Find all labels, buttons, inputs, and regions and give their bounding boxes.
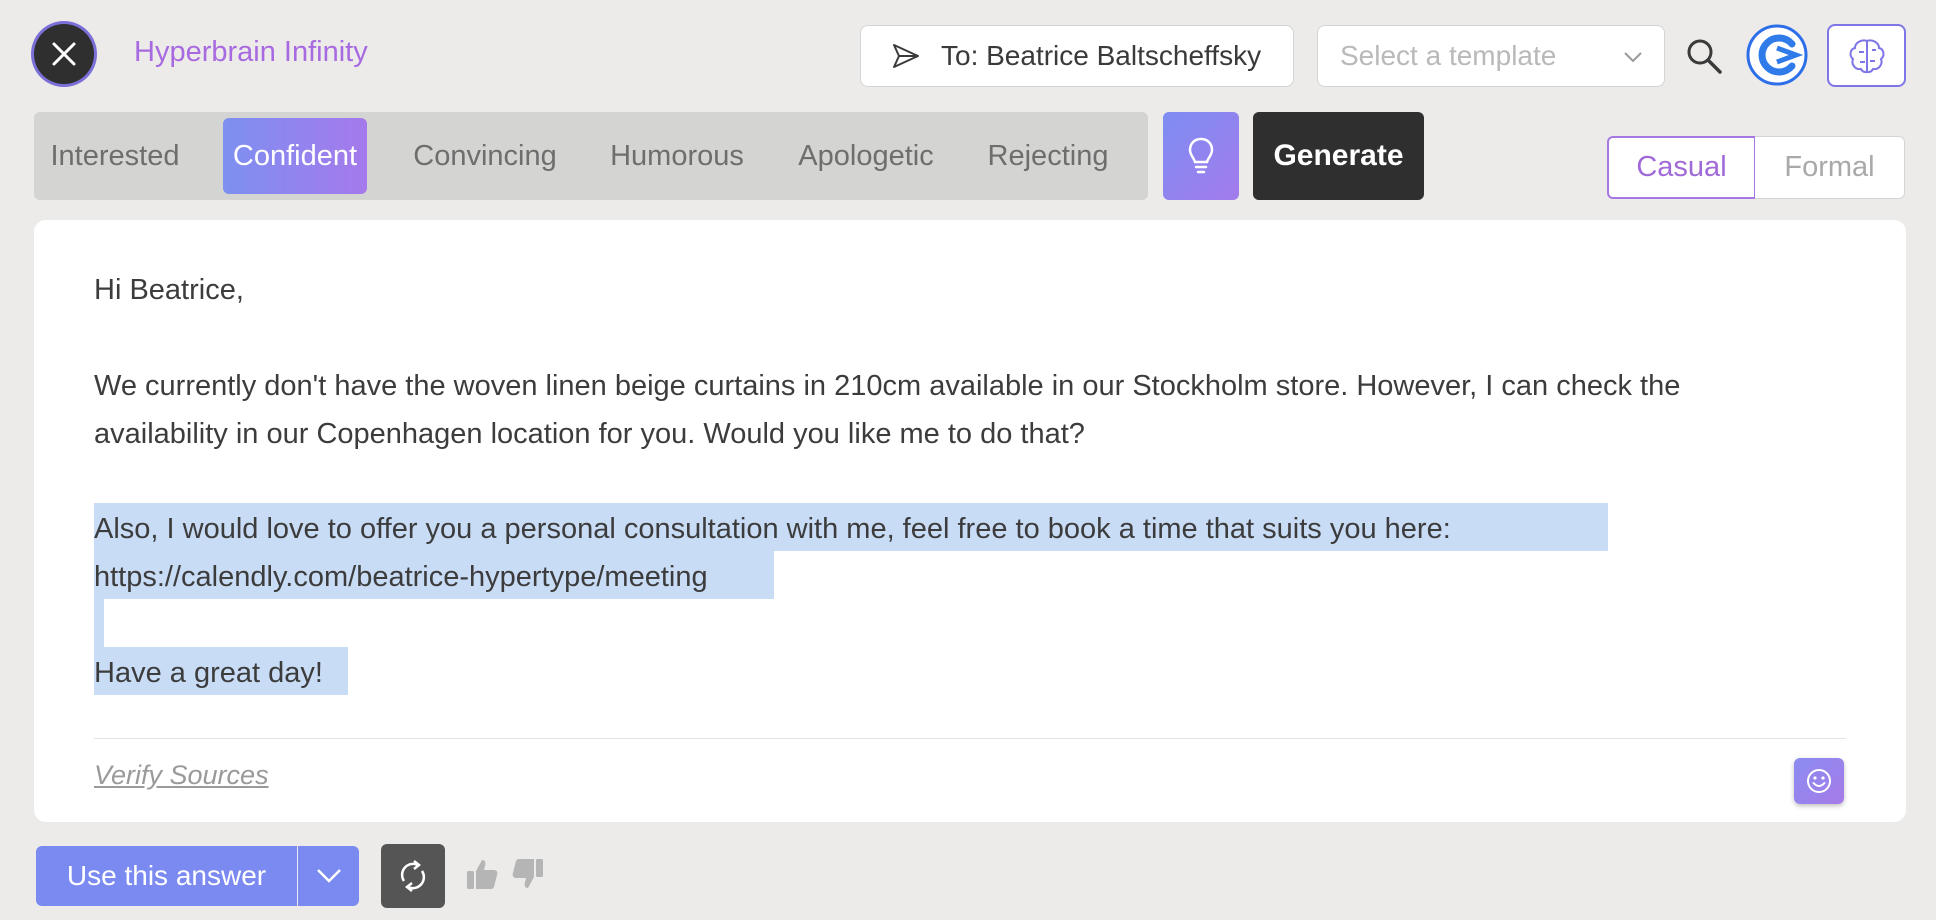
- email-body-line-2: availability in our Copenhagen location …: [94, 418, 1085, 450]
- logo-icon[interactable]: [1746, 24, 1808, 86]
- template-placeholder: Select a template: [1340, 40, 1557, 71]
- use-answer-button[interactable]: Use this answer: [36, 846, 297, 906]
- tone-convincing[interactable]: Convincing: [407, 118, 563, 194]
- tone-bar: Interested Confident Convincing Humorous…: [34, 112, 1148, 200]
- lightbulb-icon: [1188, 137, 1214, 174]
- email-calendly-link[interactable]: https://calendly.com/beatrice-hypertype/…: [94, 553, 708, 601]
- send-icon: [893, 44, 919, 68]
- brain-icon: [1849, 39, 1884, 73]
- tone-humorous[interactable]: Humorous: [603, 118, 751, 194]
- answer-card: Hi Beatrice, We currently don't have the…: [34, 220, 1906, 822]
- refresh-icon: [400, 860, 426, 892]
- verify-sources-link[interactable]: Verify Sources: [94, 760, 269, 791]
- style-casual[interactable]: Casual: [1607, 136, 1756, 199]
- generate-button[interactable]: Generate: [1253, 112, 1424, 200]
- email-closing: Have a great day!: [94, 657, 323, 689]
- recipient-label: To: Beatrice Baltscheffsky: [941, 40, 1262, 71]
- selection-highlight: [94, 599, 104, 647]
- regenerate-button[interactable]: [381, 844, 445, 908]
- suggest-button[interactable]: [1163, 112, 1239, 200]
- email-body-line-1: We currently don't have the woven linen …: [94, 370, 1681, 402]
- thumbs-down-icon[interactable]: [510, 856, 546, 892]
- chevron-down-icon: [316, 869, 341, 883]
- style-formal[interactable]: Formal: [1755, 136, 1905, 199]
- use-answer-dropdown[interactable]: [298, 846, 359, 906]
- search-icon[interactable]: [1684, 36, 1724, 76]
- brain-button[interactable]: [1827, 24, 1906, 87]
- tone-apologetic[interactable]: Apologetic: [791, 118, 941, 194]
- email-greeting: Hi Beatrice,: [94, 274, 244, 306]
- divider: [94, 738, 1846, 739]
- template-select[interactable]: Select a template: [1317, 25, 1665, 87]
- email-offer-line-1: Also, I would love to offer you a person…: [94, 513, 1451, 545]
- smile-icon: [1807, 769, 1831, 793]
- tone-rejecting[interactable]: Rejecting: [981, 118, 1115, 194]
- close-icon: [52, 42, 76, 66]
- thumbs-up-icon[interactable]: [464, 856, 500, 892]
- emoji-button[interactable]: [1794, 758, 1844, 804]
- recipient-field[interactable]: To: Beatrice Baltscheffsky: [860, 25, 1294, 87]
- tone-interested[interactable]: Interested: [47, 118, 183, 194]
- close-button[interactable]: [34, 24, 94, 84]
- tone-confident[interactable]: Confident: [223, 118, 367, 194]
- app-title: Hyperbrain Infinity: [134, 36, 368, 68]
- chevron-down-icon: [1624, 52, 1642, 63]
